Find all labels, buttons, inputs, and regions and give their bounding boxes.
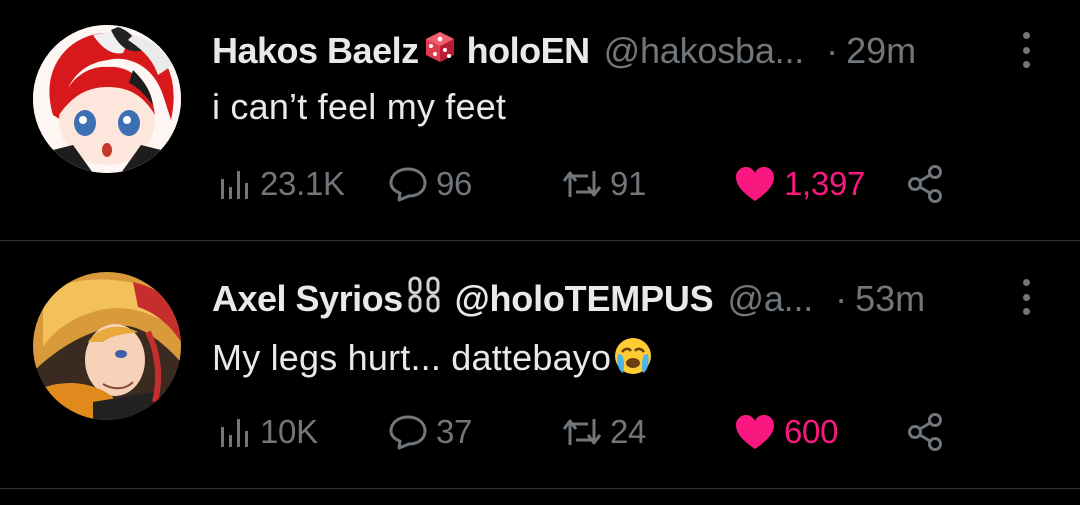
game-die-icon	[423, 30, 457, 73]
avatar[interactable]	[33, 25, 181, 173]
tweet-text: My legs hurt... dattebayo	[212, 336, 657, 385]
reply-icon	[389, 167, 427, 202]
avatar[interactable]	[33, 272, 181, 420]
avatar-image	[33, 25, 181, 173]
reply-button[interactable]: 37	[388, 410, 472, 454]
views-chart-icon	[221, 419, 248, 447]
like-count: 600	[784, 413, 839, 450]
retweet-button[interactable]: 91	[562, 162, 646, 206]
user-handle[interactable]: @hakosba...	[604, 30, 805, 72]
retweet-count: 91	[610, 165, 647, 202]
heart-icon	[736, 415, 774, 449]
views-count: 23.1K	[260, 165, 345, 202]
tweet[interactable]: Axel Syrios @holoTEMPUS @a... · 53m My l…	[0, 241, 1080, 489]
loudly-crying-face-icon	[613, 336, 653, 385]
tweet[interactable]: Hakos Baelz holoEN @hakosba... · 29m i c…	[0, 0, 1080, 241]
reply-icon	[389, 415, 427, 450]
share-button[interactable]	[906, 410, 946, 454]
tweet-header: Axel Syrios @holoTEMPUS @a... · 53m	[212, 274, 925, 324]
more-options-icon[interactable]	[1020, 32, 1032, 68]
views-button[interactable]: 23.1K	[218, 162, 345, 206]
display-name-handle[interactable]: @holoTEMPUS	[455, 278, 714, 320]
avatar-image	[33, 272, 181, 420]
tweet-actions: 23.1K 96 91 1,397	[212, 162, 972, 206]
retweet-icon	[562, 171, 602, 197]
retweet-count: 24	[610, 413, 647, 450]
display-name[interactable]: Axel Syrios	[212, 278, 403, 320]
tweet-text-content: My legs hurt... dattebayo	[212, 337, 612, 379]
share-icon	[908, 165, 942, 203]
reply-count: 96	[436, 165, 473, 202]
tweet-text: i can’t feel my feet	[212, 86, 507, 127]
separator-dot: ·	[826, 30, 839, 71]
share-button[interactable]	[906, 162, 946, 206]
display-name[interactable]: Hakos Baelz	[212, 30, 419, 72]
timestamp[interactable]: 29m	[846, 30, 916, 72]
user-handle[interactable]: @a...	[728, 278, 814, 320]
chain-link-icon	[407, 276, 441, 323]
heart-icon	[736, 167, 774, 201]
tweet-header: Hakos Baelz holoEN @hakosba... · 29m	[212, 26, 916, 76]
timestamp[interactable]: 53m	[855, 278, 925, 320]
share-icon	[908, 413, 942, 451]
like-count: 1,397	[784, 165, 866, 202]
tweet-actions: 10K 37 24 600	[212, 410, 972, 454]
retweet-icon	[562, 419, 602, 445]
separator-dot: ·	[835, 278, 848, 319]
like-button[interactable]: 600	[734, 410, 838, 454]
like-button[interactable]: 1,397	[734, 162, 865, 206]
views-chart-icon	[221, 171, 248, 199]
more-options-icon[interactable]	[1020, 279, 1032, 315]
views-button[interactable]: 10K	[218, 410, 318, 454]
reply-count: 37	[436, 413, 473, 450]
retweet-button[interactable]: 24	[562, 410, 646, 454]
views-count: 10K	[260, 413, 318, 450]
display-name-suffix[interactable]: holoEN	[467, 30, 590, 72]
reply-button[interactable]: 96	[388, 162, 472, 206]
